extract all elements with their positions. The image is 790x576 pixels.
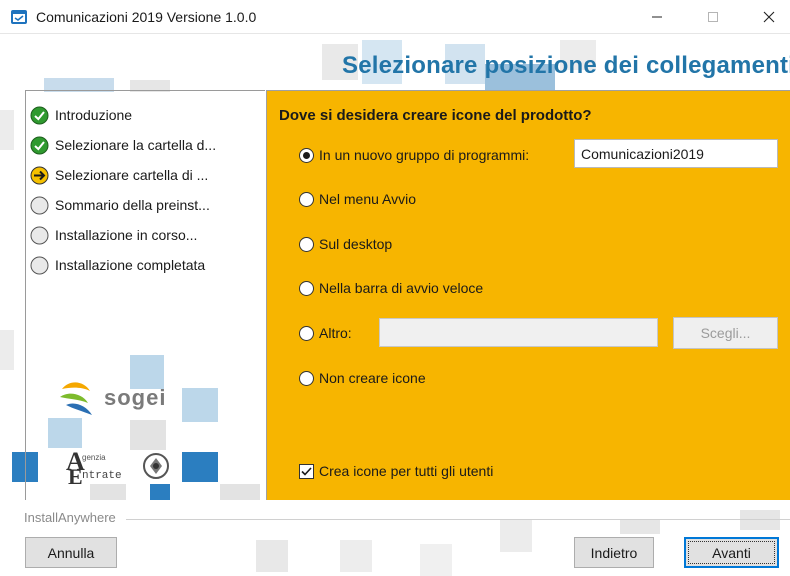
option-desktop[interactable]: Sul desktop: [299, 236, 392, 252]
background-tile: [620, 520, 660, 534]
step-item: Introduzione: [30, 105, 132, 125]
all-users-option[interactable]: Crea icone per tutti gli utenti: [299, 463, 493, 479]
question-heading: Dove si desidera creare icone del prodot…: [279, 107, 592, 124]
choose-button[interactable]: Scegli...: [673, 317, 778, 349]
entrate-line2: ntrate: [82, 470, 122, 482]
step-label: Installazione completata: [55, 257, 206, 273]
cancel-button[interactable]: Annulla: [25, 537, 117, 568]
agenzia-entrate-logo: A genzia E ntrate: [66, 447, 178, 489]
maximize-icon: [708, 12, 718, 22]
radio-button[interactable]: [299, 191, 314, 207]
option-new-group[interactable]: In un nuovo gruppo di programmi:: [299, 147, 529, 163]
radio-button[interactable]: [299, 280, 314, 296]
circle-pending-icon: [30, 256, 49, 274]
radio-button[interactable]: [299, 236, 314, 252]
close-icon: [763, 11, 775, 23]
entrate-line1: genzia: [82, 453, 106, 462]
back-button[interactable]: Indietro: [574, 537, 654, 568]
arrow-current-icon: [30, 166, 49, 184]
step-item: Installazione in corso...: [30, 225, 197, 245]
option-other[interactable]: Altro:: [299, 325, 352, 341]
agenzia-entrate-emblem-icon: A genzia E ntrate: [66, 447, 169, 489]
radio-button[interactable]: [299, 370, 314, 386]
background-tile: [740, 510, 780, 530]
option-label: Nel menu Avvio: [319, 191, 417, 207]
maximize-button[interactable]: [690, 0, 736, 34]
check-done-icon: [30, 136, 49, 154]
footer-divider: [126, 519, 790, 520]
title-bar: Comunicazioni 2019 Versione 1.0.0: [0, 0, 790, 34]
step-item: Sommario della preinst...: [30, 195, 210, 215]
option-label: Sul desktop: [319, 236, 393, 252]
close-button[interactable]: [746, 0, 790, 34]
all-users-checkbox[interactable]: [299, 463, 314, 479]
step-label: Selezionare cartella di ...: [55, 167, 209, 183]
option-label: In un nuovo gruppo di programmi:: [319, 147, 530, 163]
minimize-icon: [652, 16, 662, 18]
minimize-button[interactable]: [634, 0, 680, 34]
installer-icon: [11, 10, 27, 24]
circle-pending-icon: [30, 196, 49, 214]
vendor-label: InstallAnywhere: [24, 510, 116, 525]
step-item: Selezionare cartella di ...: [30, 165, 208, 185]
background-tile: [420, 544, 452, 576]
option-label: Non creare icone: [319, 370, 426, 386]
steps-panel: Introduzione Selezionare la cartella d..…: [25, 90, 265, 500]
option-start-menu[interactable]: Nel menu Avvio: [299, 191, 416, 207]
sogei-mark-icon: [60, 382, 92, 415]
next-button[interactable]: Avanti: [684, 537, 779, 568]
entrate-initial-e: E: [68, 464, 83, 488]
options-panel: Dove si desidera creare icone del prodot…: [266, 90, 790, 500]
page-title: Selezionare posizione dei collegamenti: [342, 52, 790, 79]
window-title: Comunicazioni 2019 Versione 1.0.0: [36, 9, 257, 25]
sogei-wordmark: sogei: [104, 385, 167, 410]
option-label: Altro:: [319, 325, 352, 341]
step-item: Selezionare la cartella d...: [30, 135, 216, 155]
background-tile: [0, 330, 14, 370]
background-tile: [256, 540, 288, 572]
option-no-icons[interactable]: Non creare icone: [299, 370, 426, 386]
step-label: Installazione in corso...: [55, 227, 198, 243]
other-path-input[interactable]: [379, 318, 658, 347]
check-done-icon: [30, 106, 49, 124]
background-tile: [340, 540, 372, 572]
focus-rectangle: [688, 541, 775, 564]
circle-pending-icon: [30, 226, 49, 244]
radio-button[interactable]: [299, 147, 314, 163]
step-label: Sommario della preinst...: [55, 197, 210, 213]
background-tile: [0, 110, 14, 150]
option-quick-launch[interactable]: Nella barra di avvio veloce: [299, 280, 483, 296]
step-label: Selezionare la cartella d...: [55, 137, 217, 153]
step-item: Installazione completata: [30, 255, 205, 275]
background-tile: [500, 520, 532, 552]
option-label: Nella barra di avvio veloce: [319, 280, 484, 296]
program-group-input[interactable]: [574, 139, 778, 168]
sogei-logo: sogei: [56, 375, 186, 419]
all-users-label: Crea icone per tutti gli utenti: [319, 463, 494, 479]
step-label: Introduzione: [55, 107, 133, 123]
checkmark-icon: [301, 466, 312, 476]
radio-button[interactable]: [299, 325, 314, 341]
